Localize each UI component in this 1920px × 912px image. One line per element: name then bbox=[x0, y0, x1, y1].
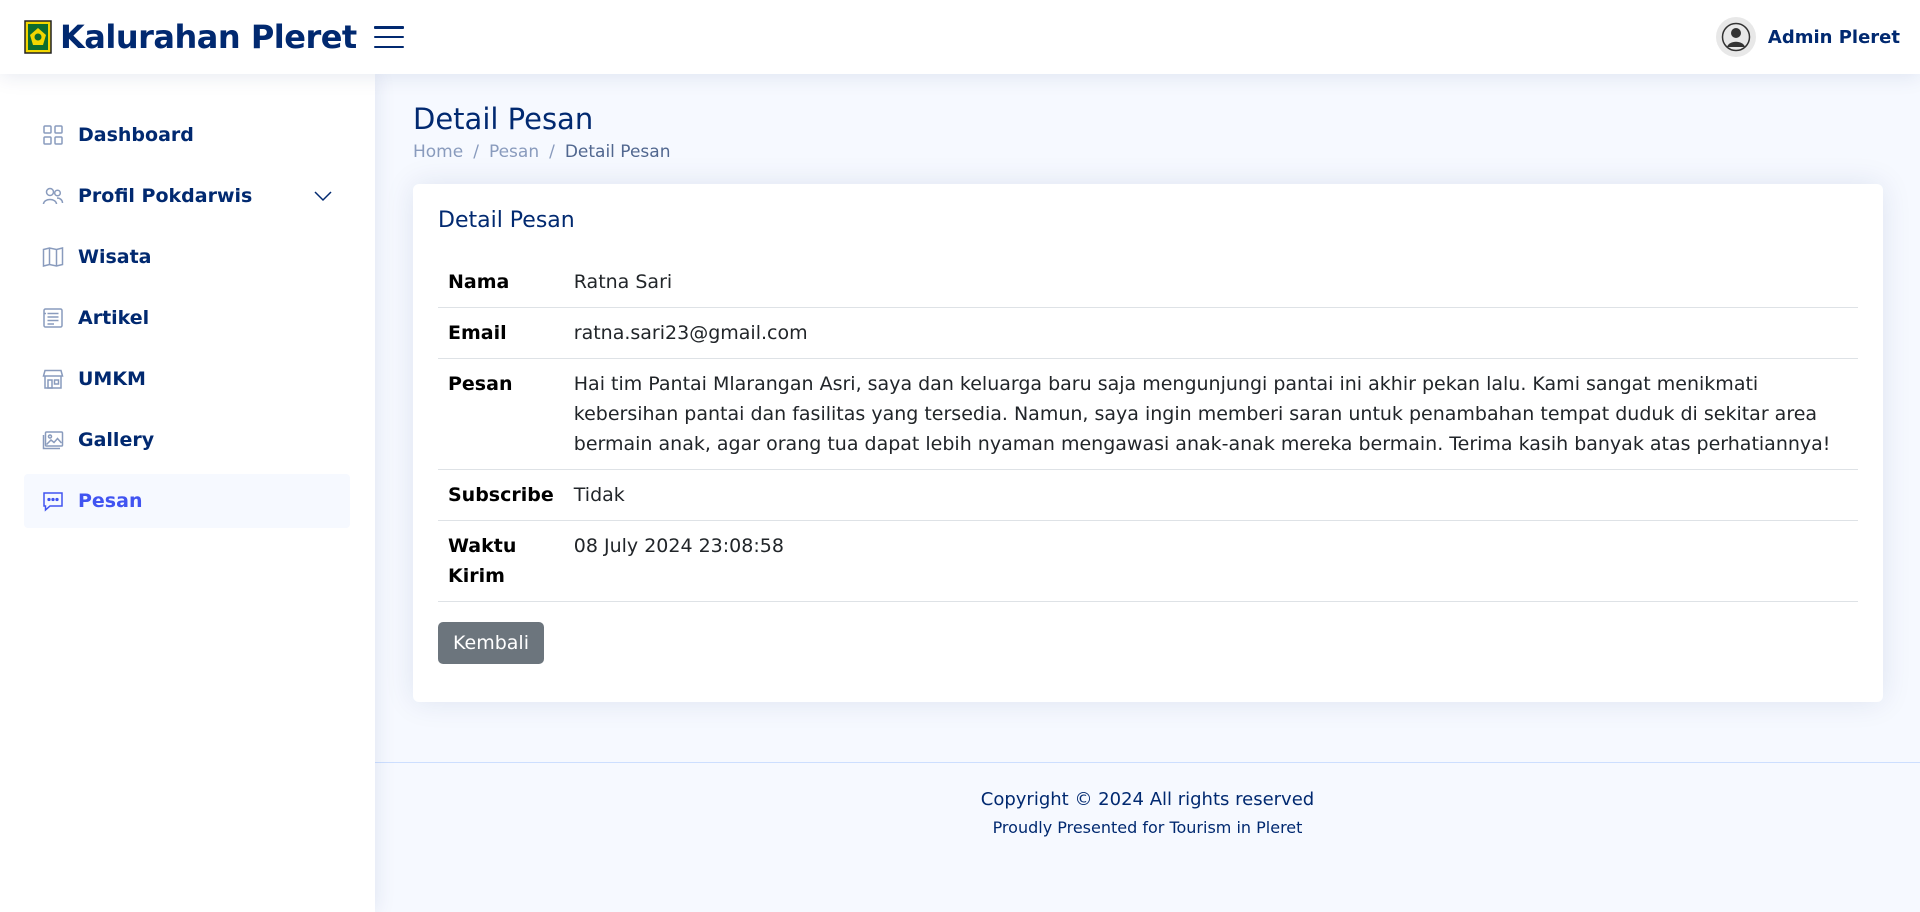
table-row: Pesan Hai tim Pantai Mlarangan Asri, say… bbox=[438, 358, 1858, 470]
sidebar-item-label: Pesan bbox=[78, 490, 143, 512]
message-detail-card: Detail Pesan Nama Ratna Sari Email ratna… bbox=[413, 184, 1883, 702]
table-row: Nama Ratna Sari bbox=[438, 257, 1858, 308]
avatar bbox=[1715, 17, 1756, 57]
table-row: Subscribe Tidak bbox=[438, 469, 1858, 521]
sidebar-item-label: Gallery bbox=[78, 429, 155, 451]
table-row: Waktu Kirim 08 July 2024 23:08:58 bbox=[438, 520, 1858, 602]
brand-name: Kalurahan Pleret bbox=[60, 18, 357, 56]
image-icon bbox=[42, 429, 64, 451]
row-value: Hai tim Pantai Mlarangan Asri, saya dan … bbox=[563, 358, 1858, 470]
breadcrumb-home[interactable]: Home bbox=[413, 142, 463, 162]
row-value: Tidak bbox=[563, 469, 1858, 521]
row-value: ratna.sari23@gmail.com bbox=[563, 307, 1858, 359]
sidebar-item-wisata[interactable]: Wisata bbox=[24, 230, 350, 284]
copyright-text: Copyright © 2024 All rights reserved bbox=[980, 789, 1315, 810]
top-header: Kalurahan Pleret Admin Pleret bbox=[0, 0, 1920, 74]
back-button[interactable]: Kembali bbox=[438, 622, 544, 664]
user-name: Admin Pleret bbox=[1767, 26, 1900, 48]
breadcrumb-separator: / bbox=[473, 142, 479, 162]
row-label: Waktu Kirim bbox=[438, 520, 564, 602]
sidebar-item-artikel[interactable]: Artikel bbox=[24, 291, 350, 345]
chevron-down-icon[interactable] bbox=[314, 190, 332, 202]
row-label: Email bbox=[438, 307, 564, 359]
breadcrumb-pesan[interactable]: Pesan bbox=[489, 142, 539, 162]
sidebar-item-label: Wisata bbox=[78, 246, 152, 268]
row-label: Pesan bbox=[438, 358, 564, 470]
credits-text: Proudly Presented for Tourism in Pleret bbox=[992, 818, 1303, 837]
brand-logo[interactable]: Kalurahan Pleret bbox=[24, 18, 374, 56]
main-content: Detail Pesan Home / Pesan / Detail Pesan… bbox=[375, 74, 1920, 912]
article-icon bbox=[42, 307, 64, 329]
sidebar-item-label: Profil Pokdarwis bbox=[78, 185, 253, 207]
sidebar-toggle-icon[interactable] bbox=[374, 24, 404, 50]
grid-icon bbox=[42, 124, 64, 146]
sidebar: Dashboard Profil Pokdarwis Wisata Artike… bbox=[0, 74, 375, 912]
row-value: 08 July 2024 23:08:58 bbox=[563, 520, 1858, 602]
breadcrumb-current: Detail Pesan bbox=[564, 142, 671, 162]
sidebar-item-label: Dashboard bbox=[78, 124, 194, 146]
footer: Copyright © 2024 All rights reserved Pro… bbox=[375, 762, 1920, 837]
page-title: Detail Pesan bbox=[413, 102, 594, 136]
breadcrumb-separator: / bbox=[549, 142, 555, 162]
breadcrumb: Home / Pesan / Detail Pesan bbox=[413, 142, 1882, 162]
sidebar-item-label: UMKM bbox=[78, 368, 146, 390]
user-profile-menu[interactable]: Admin Pleret bbox=[1715, 17, 1900, 57]
sidebar-item-gallery[interactable]: Gallery bbox=[24, 413, 350, 467]
table-row: Email ratna.sari23@gmail.com bbox=[438, 307, 1858, 359]
row-value: Ratna Sari bbox=[563, 257, 1858, 308]
sidebar-item-label: Artikel bbox=[78, 307, 150, 329]
sidebar-item-profil-pokdarwis[interactable]: Profil Pokdarwis bbox=[24, 169, 350, 223]
sidebar-item-pesan[interactable]: Pesan bbox=[24, 474, 350, 528]
chat-icon bbox=[42, 490, 64, 512]
card-title: Detail Pesan bbox=[438, 208, 575, 233]
shop-icon bbox=[42, 368, 64, 390]
sidebar-item-dashboard[interactable]: Dashboard bbox=[24, 108, 350, 162]
row-label: Nama bbox=[438, 257, 564, 308]
message-detail-table: Nama Ratna Sari Email ratna.sari23@gmail… bbox=[438, 257, 1858, 602]
sidebar-item-umkm[interactable]: UMKM bbox=[24, 352, 350, 406]
emblem-icon bbox=[24, 20, 52, 54]
map-icon bbox=[42, 246, 64, 268]
people-icon bbox=[42, 185, 64, 207]
row-label: Subscribe bbox=[438, 469, 564, 521]
